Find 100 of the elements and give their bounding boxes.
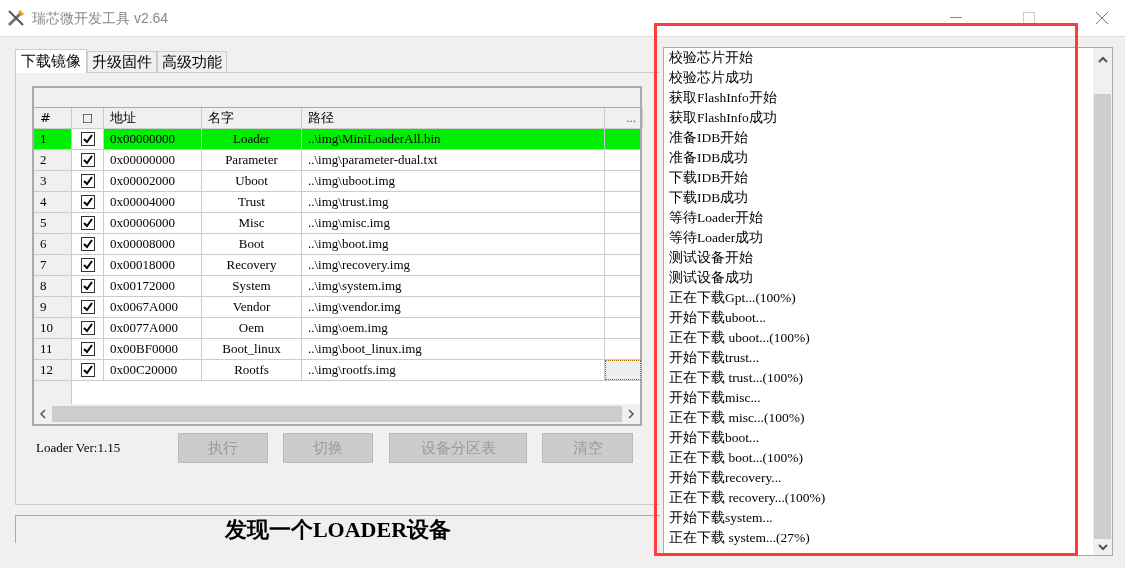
- checkbox[interactable]: [80, 237, 95, 251]
- table-cell: Oem: [202, 318, 302, 338]
- table-cell: System: [202, 276, 302, 296]
- column-header: #: [34, 108, 72, 128]
- log-line: 准备IDB成功: [669, 149, 750, 167]
- table-cell: 0x00000000: [104, 129, 202, 149]
- log-line: 校验芯片开始: [669, 49, 754, 67]
- log-line: 开始下载uboot...: [669, 309, 767, 327]
- table-cell: Boot: [202, 234, 302, 254]
- table-cell: ..\img\misc.img: [302, 213, 605, 233]
- vertical-scrollbar[interactable]: [1093, 48, 1112, 555]
- table-cell: Parameter: [202, 150, 302, 170]
- log-line: 获取FlashInfo成功: [669, 109, 778, 127]
- column-header: ...: [605, 108, 643, 128]
- table-cell: 0x00006000: [104, 213, 202, 233]
- checkbox[interactable]: [80, 342, 95, 356]
- log-line: 开始下载system...: [669, 509, 774, 527]
- table-cell: 0x00004000: [104, 192, 202, 212]
- row-number: 9: [34, 297, 72, 317]
- log-line: 正在下载 trust...(100%): [669, 369, 804, 387]
- table-row[interactable]: 4 0x00004000 Trust ..\img\trust.img: [34, 192, 640, 213]
- table-cell: 0x00002000: [104, 171, 202, 191]
- table-row[interactable]: 8 0x00172000 System ..\img\system.img: [34, 276, 640, 297]
- table-row[interactable]: 2 0x00000000 Parameter ..\img\parameter-dual.txt: [34, 150, 640, 171]
- row-number: 4: [34, 192, 72, 212]
- table-row[interactable]: 10 0x0077A000 Oem ..\img\oem.img: [34, 318, 640, 339]
- checkbox[interactable]: [80, 279, 95, 293]
- table-cell: ..\img\parameter-dual.txt: [302, 150, 605, 170]
- table-cell: ..\img\trust.img: [302, 192, 605, 212]
- row-number: 11: [34, 339, 72, 359]
- log-line: 开始下载trust...: [669, 349, 761, 367]
- log-line: 准备IDB开始: [669, 129, 750, 147]
- window-title: 瑞芯微开发工具 v2.64: [32, 8, 169, 28]
- row-number: 12: [34, 360, 72, 380]
- table-cell: ..\img\recovery.img: [302, 255, 605, 275]
- table-row[interactable]: 9 0x0067A000 Vendor ..\img\vendor.img: [34, 297, 640, 318]
- table-cell: 0x00172000: [104, 276, 202, 296]
- log-line: 下载IDB开始: [669, 169, 750, 187]
- log-line: 开始下载boot...: [669, 429, 761, 447]
- table-cell: 0x00BF0000: [104, 339, 202, 359]
- table-cell: Boot_linux: [202, 339, 302, 359]
- row-number: 5: [34, 213, 72, 233]
- table-cell: 0x00018000: [104, 255, 202, 275]
- tab[interactable]: 高级功能: [157, 51, 227, 72]
- table-cell: ..\img\uboot.img: [302, 171, 605, 191]
- checkbox[interactable]: [80, 216, 95, 230]
- log-line: 正在下载 system...(27%): [669, 529, 811, 547]
- table-cell: ..\img\MiniLoaderAll.bin: [302, 129, 605, 149]
- table-row[interactable]: 5 0x00006000 Misc ..\img\misc.img: [34, 213, 640, 234]
- table-cell: Recovery: [202, 255, 302, 275]
- log-line: 获取FlashInfo开始: [669, 89, 778, 107]
- table-row[interactable]: 3 0x00002000 Uboot ..\img\uboot.img: [34, 171, 640, 192]
- log-line: 等待Loader开始: [669, 209, 765, 227]
- log-line: 校验芯片成功: [669, 69, 754, 87]
- table-cell: 0x00000000: [104, 150, 202, 170]
- table-cell: 0x00008000: [104, 234, 202, 254]
- focused-cell[interactable]: [605, 360, 641, 380]
- log-line: 正在下载 misc...(100%): [669, 409, 806, 427]
- table-row[interactable]: 12 0x00C20000 Rootfs ..\img\rootfs.img: [34, 360, 640, 381]
- table-cell: Misc: [202, 213, 302, 233]
- table-row[interactable]: 7 0x00018000 Recovery ..\img\recovery.img: [34, 255, 640, 276]
- tools-icon: [6, 8, 26, 28]
- table-cell: Uboot: [202, 171, 302, 191]
- log-line: 开始下载misc...: [669, 389, 762, 407]
- minimize-icon[interactable]: [950, 17, 962, 19]
- table-cell: 0x0067A000: [104, 297, 202, 317]
- log-line: 下载IDB成功: [669, 189, 750, 207]
- table-cell: Rootfs: [202, 360, 302, 380]
- tab[interactable]: 下载镜像: [15, 49, 87, 73]
- row-number: 10: [34, 318, 72, 338]
- row-number: 2: [34, 150, 72, 170]
- checkbox[interactable]: [80, 363, 95, 377]
- table-cell: Vendor: [202, 297, 302, 317]
- row-number: 7: [34, 255, 72, 275]
- checkbox[interactable]: [80, 258, 95, 272]
- checkbox[interactable]: [80, 174, 95, 188]
- log-line: 测试设备成功: [669, 269, 754, 287]
- table-cell: ..\img\boot.img: [302, 234, 605, 254]
- table-cell: 0x0077A000: [104, 318, 202, 338]
- table-cell: ..\img\oem.img: [302, 318, 605, 338]
- table-row[interactable]: 6 0x00008000 Boot ..\img\boot.img: [34, 234, 640, 255]
- table-row[interactable]: 1 0x00000000 Loader ..\img\MiniLoaderAll.bin: [34, 129, 640, 150]
- maximize-icon[interactable]: [1023, 12, 1035, 24]
- row-number: 8: [34, 276, 72, 296]
- checkbox[interactable]: [80, 132, 95, 146]
- close-icon[interactable]: [1095, 11, 1109, 25]
- table-cell: ..\img\system.img: [302, 276, 605, 296]
- checkbox[interactable]: [80, 153, 95, 167]
- table-cell: ..\img\vendor.img: [302, 297, 605, 317]
- log-line: 正在下载Gpt...(100%): [669, 289, 797, 307]
- table-row[interactable]: 11 0x00BF0000 Boot_linux ..\img\boot_linux.img: [34, 339, 640, 360]
- row-number: 6: [34, 234, 72, 254]
- column-header: 地址: [104, 108, 202, 128]
- checkbox[interactable]: [80, 321, 95, 335]
- checkbox[interactable]: [80, 300, 95, 314]
- horizontal-scrollbar[interactable]: [34, 404, 640, 424]
- column-header: 名字: [202, 108, 302, 128]
- tab[interactable]: 升级固件: [87, 51, 157, 72]
- log-line: 正在下载 uboot...(100%): [669, 329, 811, 347]
- checkbox[interactable]: [80, 195, 95, 209]
